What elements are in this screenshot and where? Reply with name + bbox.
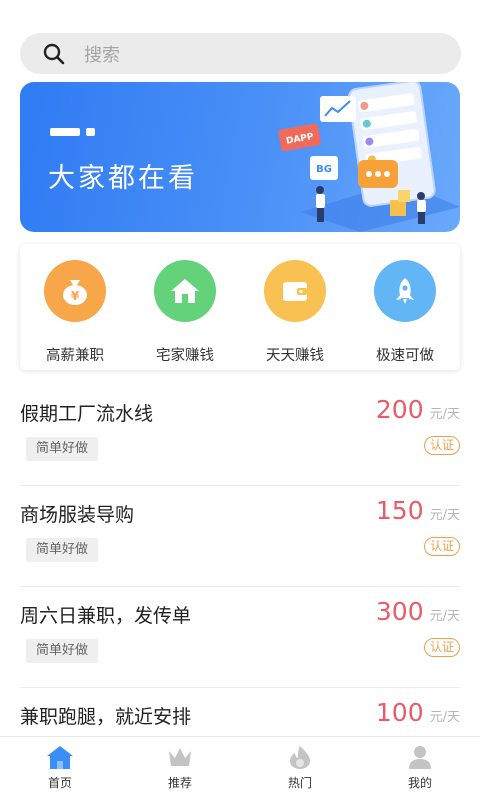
category-label: 宅家赚钱: [156, 348, 214, 364]
category-label: 天天赚钱: [266, 348, 324, 364]
tab-home[interactable]: 首页: [0, 737, 120, 800]
tab-label: 首页: [47, 776, 72, 790]
job-title: 假期工厂流水线: [20, 403, 154, 425]
crown-icon: [169, 748, 191, 766]
tab-recommend[interactable]: 推荐: [120, 737, 240, 800]
certified-badge: 认证: [423, 436, 460, 455]
price-unit: 元/天: [429, 710, 460, 725]
category-label: 高薪兼职: [46, 348, 104, 364]
job-item[interactable]: 假期工厂流水线 简单好做 200 元/天 认证: [20, 385, 460, 486]
category-home-earn[interactable]: 宅家赚钱: [130, 244, 240, 370]
category-daily-earn[interactable]: 天天赚钱: [240, 244, 350, 370]
tab-label: 推荐: [167, 776, 192, 790]
certified-badge: 认证: [423, 537, 460, 556]
fire-icon: [290, 746, 310, 769]
category-fast[interactable]: 极速可做: [350, 244, 460, 370]
search-bar[interactable]: 搜索: [20, 33, 461, 74]
tab-hot[interactable]: 热门: [240, 737, 360, 800]
job-tag: 简单好做: [26, 639, 99, 663]
tab-mine[interactable]: 我的: [360, 737, 480, 800]
bg-badge: BG: [316, 164, 332, 175]
svg-text:¥: ¥: [71, 289, 80, 303]
certified-badge: 认证: [423, 638, 460, 657]
rocket-icon: [374, 260, 436, 322]
price-value: 100: [375, 698, 424, 727]
job-title: 周六日兼职，发传单: [20, 605, 192, 627]
job-price: 300 元/天: [376, 597, 460, 626]
job-list: 假期工厂流水线 简单好做 200 元/天 认证 商场服装导购 简单好做 150 …: [20, 385, 460, 789]
tab-label: 我的: [407, 776, 432, 790]
tab-label: 热门: [287, 776, 312, 790]
price-unit: 元/天: [429, 609, 460, 624]
price-value: 200: [375, 395, 424, 424]
price-value: 150: [375, 496, 424, 525]
category-label: 极速可做: [376, 348, 434, 364]
home-tab-icon: [47, 746, 73, 769]
bottom-tab-bar: 首页 推荐 热门 我的: [0, 736, 480, 800]
job-item[interactable]: 周六日兼职，发传单 简单好做 300 元/天 认证: [20, 587, 460, 688]
wallet-icon: [264, 260, 326, 322]
banner-title: 大家都在看: [48, 163, 198, 194]
search-placeholder: 搜索: [84, 44, 120, 66]
price-unit: 元/天: [429, 508, 460, 523]
home-icon: [154, 260, 216, 322]
job-price: 150 元/天: [376, 496, 460, 525]
banner-illustration: DAPP BG: [278, 82, 460, 232]
job-price: 100 元/天: [376, 698, 460, 727]
search-icon: [42, 42, 66, 66]
price-unit: 元/天: [429, 407, 460, 422]
price-value: 300: [375, 597, 424, 626]
job-item[interactable]: 商场服装导购 简单好做 150 元/天 认证: [20, 486, 460, 587]
job-price: 200 元/天: [376, 395, 460, 424]
promo-banner[interactable]: 大家都在看 DAPP BG: [20, 82, 460, 232]
job-title: 兼职跑腿，就近安排: [20, 706, 192, 728]
job-title: 商场服装导购: [20, 504, 135, 526]
user-icon: [409, 746, 431, 769]
job-tag: 简单好做: [26, 437, 99, 461]
money-bag-icon: ¥: [44, 260, 106, 322]
category-card: ¥ 高薪兼职 宅家赚钱 天天赚钱 极速可做: [20, 244, 460, 370]
job-tag: 简单好做: [26, 538, 99, 562]
category-high-pay[interactable]: ¥ 高薪兼职: [20, 244, 130, 370]
